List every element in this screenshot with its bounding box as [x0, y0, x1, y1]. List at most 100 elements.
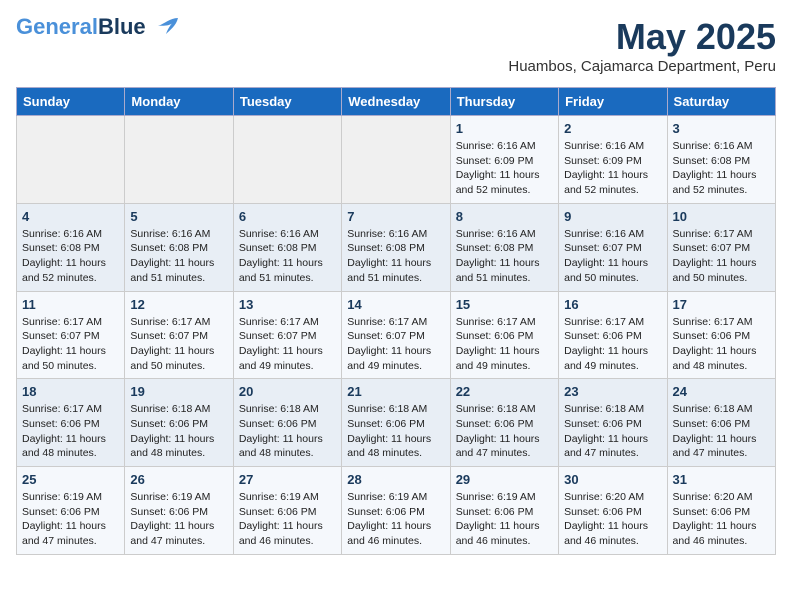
day-number: 14 — [347, 297, 444, 312]
day-info: Sunrise: 6:19 AM Sunset: 6:06 PM Dayligh… — [456, 490, 553, 549]
day-info: Sunrise: 6:16 AM Sunset: 6:08 PM Dayligh… — [347, 227, 444, 286]
day-info: Sunrise: 6:16 AM Sunset: 6:08 PM Dayligh… — [456, 227, 553, 286]
calendar-cell: 6 Sunrise: 6:16 AM Sunset: 6:08 PM Daylig… — [233, 203, 341, 291]
day-info: Sunrise: 6:17 AM Sunset: 6:06 PM Dayligh… — [22, 402, 119, 461]
day-number: 13 — [239, 297, 336, 312]
calendar-cell: 5 Sunrise: 6:16 AM Sunset: 6:08 PM Daylig… — [125, 203, 233, 291]
day-number: 20 — [239, 384, 336, 399]
day-info: Sunrise: 6:18 AM Sunset: 6:06 PM Dayligh… — [564, 402, 661, 461]
day-number: 18 — [22, 384, 119, 399]
day-number: 2 — [564, 121, 661, 136]
calendar-cell: 13 Sunrise: 6:17 AM Sunset: 6:07 PM Dayli… — [233, 291, 341, 379]
calendar-cell: 20 Sunrise: 6:18 AM Sunset: 6:06 PM Dayli… — [233, 379, 341, 467]
calendar-cell: 12 Sunrise: 6:17 AM Sunset: 6:07 PM Dayli… — [125, 291, 233, 379]
calendar-cell: 3 Sunrise: 6:16 AM Sunset: 6:08 PM Daylig… — [667, 116, 775, 204]
day-info: Sunrise: 6:20 AM Sunset: 6:06 PM Dayligh… — [564, 490, 661, 549]
day-info: Sunrise: 6:18 AM Sunset: 6:06 PM Dayligh… — [239, 402, 336, 461]
day-info: Sunrise: 6:19 AM Sunset: 6:06 PM Dayligh… — [347, 490, 444, 549]
calendar-cell: 1 Sunrise: 6:16 AM Sunset: 6:09 PM Daylig… — [450, 116, 558, 204]
day-info: Sunrise: 6:17 AM Sunset: 6:06 PM Dayligh… — [564, 315, 661, 374]
calendar-table: SundayMondayTuesdayWednesdayThursdayFrid… — [16, 87, 776, 555]
day-number: 11 — [22, 297, 119, 312]
calendar-cell: 21 Sunrise: 6:18 AM Sunset: 6:06 PM Dayli… — [342, 379, 450, 467]
calendar-cell: 4Sunrise: 6:16 AM Sunset: 6:08 PM Daylig… — [17, 203, 125, 291]
day-info: Sunrise: 6:16 AM Sunset: 6:09 PM Dayligh… — [456, 139, 553, 198]
calendar-cell — [17, 116, 125, 204]
calendar-cell: 10 Sunrise: 6:17 AM Sunset: 6:07 PM Dayli… — [667, 203, 775, 291]
day-number: 25 — [22, 472, 119, 487]
day-number: 23 — [564, 384, 661, 399]
calendar-cell: 9 Sunrise: 6:16 AM Sunset: 6:07 PM Daylig… — [559, 203, 667, 291]
logo-blue: Blue — [98, 14, 146, 39]
day-number: 16 — [564, 297, 661, 312]
day-info: Sunrise: 6:17 AM Sunset: 6:07 PM Dayligh… — [22, 315, 119, 374]
calendar-header: SundayMondayTuesdayWednesdayThursdayFrid… — [17, 88, 776, 116]
calendar-cell: 8 Sunrise: 6:16 AM Sunset: 6:08 PM Daylig… — [450, 203, 558, 291]
calendar-cell: 14 Sunrise: 6:17 AM Sunset: 6:07 PM Dayli… — [342, 291, 450, 379]
header-cell-wednesday: Wednesday — [342, 88, 450, 116]
day-info: Sunrise: 6:16 AM Sunset: 6:08 PM Dayligh… — [239, 227, 336, 286]
week-row-4: 18 Sunrise: 6:17 AM Sunset: 6:06 PM Dayli… — [17, 379, 776, 467]
header-cell-monday: Monday — [125, 88, 233, 116]
day-number: 24 — [673, 384, 770, 399]
day-number: 9 — [564, 209, 661, 224]
day-number: 12 — [130, 297, 227, 312]
header: GeneralBlue May 2025 Huambos, Cajamarca … — [16, 16, 776, 75]
day-info: Sunrise: 6:17 AM Sunset: 6:06 PM Dayligh… — [456, 315, 553, 374]
day-number: 27 — [239, 472, 336, 487]
day-info: Sunrise: 6:17 AM Sunset: 6:07 PM Dayligh… — [673, 227, 770, 286]
calendar-cell: 23 Sunrise: 6:18 AM Sunset: 6:06 PM Dayli… — [559, 379, 667, 467]
title-area: May 2025 Huambos, Cajamarca Department, … — [508, 16, 776, 75]
location-subtitle: Huambos, Cajamarca Department, Peru — [508, 58, 776, 75]
day-number: 8 — [456, 209, 553, 224]
day-number: 19 — [130, 384, 227, 399]
day-info: Sunrise: 6:16 AM Sunset: 6:09 PM Dayligh… — [564, 139, 661, 198]
day-number: 15 — [456, 297, 553, 312]
calendar-body: 1 Sunrise: 6:16 AM Sunset: 6:09 PM Daylig… — [17, 116, 776, 555]
day-info: Sunrise: 6:17 AM Sunset: 6:06 PM Dayligh… — [673, 315, 770, 374]
calendar-cell: 25 Sunrise: 6:19 AM Sunset: 6:06 PM Dayli… — [17, 467, 125, 555]
day-info: Sunrise: 6:19 AM Sunset: 6:06 PM Dayligh… — [22, 490, 119, 549]
day-info: Sunrise: 6:16 AM Sunset: 6:08 PM Dayligh… — [130, 227, 227, 286]
day-info: Sunrise: 6:17 AM Sunset: 6:07 PM Dayligh… — [130, 315, 227, 374]
day-number: 21 — [347, 384, 444, 399]
logo-text: GeneralBlue — [16, 16, 146, 38]
day-info: Sunrise: 6:18 AM Sunset: 6:06 PM Dayligh… — [347, 402, 444, 461]
calendar-cell: 30Sunrise: 6:20 AM Sunset: 6:06 PM Dayli… — [559, 467, 667, 555]
day-number: 3 — [673, 121, 770, 136]
day-number: 10 — [673, 209, 770, 224]
header-cell-friday: Friday — [559, 88, 667, 116]
day-number: 1 — [456, 121, 553, 136]
day-info: Sunrise: 6:20 AM Sunset: 6:06 PM Dayligh… — [673, 490, 770, 549]
day-info: Sunrise: 6:18 AM Sunset: 6:06 PM Dayligh… — [456, 402, 553, 461]
calendar-cell: 7 Sunrise: 6:16 AM Sunset: 6:08 PM Daylig… — [342, 203, 450, 291]
day-number: 26 — [130, 472, 227, 487]
month-title: May 2025 — [508, 16, 776, 58]
calendar-cell: 2 Sunrise: 6:16 AM Sunset: 6:09 PM Daylig… — [559, 116, 667, 204]
day-number: 6 — [239, 209, 336, 224]
day-number: 5 — [130, 209, 227, 224]
header-cell-sunday: Sunday — [17, 88, 125, 116]
day-info: Sunrise: 6:17 AM Sunset: 6:07 PM Dayligh… — [347, 315, 444, 374]
day-info: Sunrise: 6:16 AM Sunset: 6:08 PM Dayligh… — [673, 139, 770, 198]
day-info: Sunrise: 6:16 AM Sunset: 6:07 PM Dayligh… — [564, 227, 661, 286]
day-number: 7 — [347, 209, 444, 224]
calendar-cell: 18 Sunrise: 6:17 AM Sunset: 6:06 PM Dayli… — [17, 379, 125, 467]
logo-bird-icon — [150, 16, 182, 38]
header-cell-thursday: Thursday — [450, 88, 558, 116]
calendar-cell: 19Sunrise: 6:18 AM Sunset: 6:06 PM Dayli… — [125, 379, 233, 467]
calendar-cell: 24Sunrise: 6:18 AM Sunset: 6:06 PM Dayli… — [667, 379, 775, 467]
header-cell-saturday: Saturday — [667, 88, 775, 116]
calendar-cell: 16 Sunrise: 6:17 AM Sunset: 6:06 PM Dayli… — [559, 291, 667, 379]
calendar-cell: 15 Sunrise: 6:17 AM Sunset: 6:06 PM Dayli… — [450, 291, 558, 379]
day-number: 22 — [456, 384, 553, 399]
header-cell-tuesday: Tuesday — [233, 88, 341, 116]
day-info: Sunrise: 6:17 AM Sunset: 6:07 PM Dayligh… — [239, 315, 336, 374]
header-row: SundayMondayTuesdayWednesdayThursdayFrid… — [17, 88, 776, 116]
day-number: 29 — [456, 472, 553, 487]
calendar-cell: 29 Sunrise: 6:19 AM Sunset: 6:06 PM Dayli… — [450, 467, 558, 555]
logo: GeneralBlue — [16, 16, 182, 38]
calendar-cell — [125, 116, 233, 204]
calendar-cell: 27Sunrise: 6:19 AM Sunset: 6:06 PM Dayli… — [233, 467, 341, 555]
calendar-cell: 28Sunrise: 6:19 AM Sunset: 6:06 PM Dayli… — [342, 467, 450, 555]
